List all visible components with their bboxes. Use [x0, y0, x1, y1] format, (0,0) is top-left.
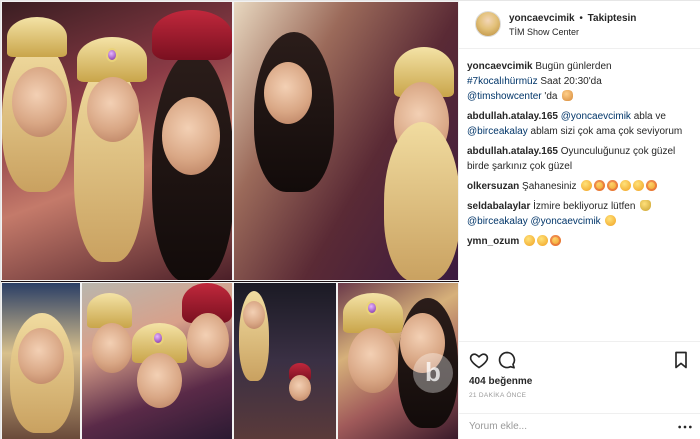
hashtag-link[interactable]: #7kocalıhürmüz: [467, 76, 538, 87]
username-link[interactable]: yoncaevcimik: [509, 13, 575, 24]
comment-text: abla ve: [630, 111, 666, 122]
comment-text: 'da: [541, 91, 558, 102]
comment-icon[interactable]: [497, 350, 517, 370]
comment-text: Şahanesiniz: [519, 181, 577, 192]
comment-item: abdullah.atalay.165 Oyunculuğunuz çok gü…: [467, 144, 695, 174]
add-comment-bar: Yorum ekle...: [459, 413, 700, 439]
heart-icon[interactable]: [469, 350, 489, 370]
more-options-icon[interactable]: [677, 422, 693, 432]
post-actions: 404 beğenme 21 DAKİKA ÖNCE: [459, 341, 700, 401]
comment-item: abdullah.atalay.165 @yoncaevcimik abla v…: [467, 109, 695, 139]
waving-hand-emoji-icon: [562, 90, 574, 101]
comment-user[interactable]: olkersuzan: [467, 181, 519, 192]
smile-emoji-icon: [537, 235, 549, 246]
comment-item: olkersuzan Şahanesiniz: [467, 179, 695, 194]
smile-emoji-icon: [633, 180, 645, 191]
comment-input[interactable]: Yorum ekle...: [469, 421, 669, 432]
mention-link[interactable]: @birceakalay: [467, 126, 528, 137]
mention-link[interactable]: @yoncaevcimik: [561, 111, 631, 122]
separator-dot: •: [576, 13, 586, 24]
photo-bottom-3: [233, 282, 337, 439]
comment-item: seldabalaylar İzmire bekliyoruz lütfen @…: [467, 199, 695, 229]
location-link[interactable]: TİM Show Center: [509, 27, 579, 37]
header-user-line: yoncaevcimik • Takiptesin: [509, 13, 636, 24]
smile-emoji-icon: [524, 235, 536, 246]
comment-user[interactable]: seldabalaylar: [467, 201, 530, 212]
instagram-post: b yoncaevcimik • Takiptesin TİM Show Cen…: [0, 0, 700, 439]
heart-eyes-emoji-icon: [550, 235, 562, 246]
smile-emoji-icon: [581, 180, 593, 191]
heart-eyes-emoji-icon: [607, 180, 619, 191]
post-header: yoncaevcimik • Takiptesin TİM Show Cente…: [459, 1, 700, 49]
mention-link[interactable]: @timshowcenter: [467, 91, 542, 102]
smile-emoji-icon: [605, 215, 617, 226]
comment-text: Bugün günlerden: [535, 61, 612, 72]
comments-list: yoncaevcimik Bugün günlerden #7kocalıhür…: [467, 59, 695, 254]
praying-hands-emoji-icon: [640, 200, 652, 211]
photo-top-right: [233, 1, 459, 281]
bookmark-icon[interactable]: [671, 350, 691, 370]
comment-user[interactable]: abdullah.atalay.165: [467, 111, 558, 122]
heart-eyes-emoji-icon: [594, 180, 606, 191]
photo-bottom-1: [1, 282, 81, 439]
mention-link[interactable]: @birceakalay: [467, 216, 528, 227]
comment-text: Saat 20:30'da: [537, 76, 602, 87]
follow-status[interactable]: Takiptesin: [588, 13, 637, 24]
comment-user[interactable]: ymn_ozum: [467, 236, 519, 247]
smile-emoji-icon: [620, 180, 632, 191]
photo-bottom-2: [81, 282, 233, 439]
likes-count[interactable]: 404 beğenme: [469, 376, 532, 387]
comment-user[interactable]: yoncaevcimik: [467, 61, 533, 72]
comment-text: ablam sizi çok ama çok seviyorum: [527, 126, 683, 137]
watermark-logo: b: [413, 353, 453, 393]
comment-user[interactable]: abdullah.atalay.165: [467, 146, 558, 157]
post-sidebar: yoncaevcimik • Takiptesin TİM Show Cente…: [459, 1, 700, 439]
comment-text: İzmire bekliyoruz lütfen: [530, 201, 639, 212]
heart-eyes-emoji-icon: [646, 180, 658, 191]
avatar[interactable]: [475, 11, 501, 37]
photo-collage[interactable]: b: [1, 1, 459, 439]
mention-link[interactable]: @yoncaevcimik: [531, 216, 601, 227]
comment-item: ymn_ozum: [467, 234, 695, 249]
caption: yoncaevcimik Bugün günlerden #7kocalıhür…: [467, 59, 695, 104]
post-timestamp: 21 DAKİKA ÖNCE: [469, 392, 527, 399]
photo-top-left: [1, 1, 233, 281]
